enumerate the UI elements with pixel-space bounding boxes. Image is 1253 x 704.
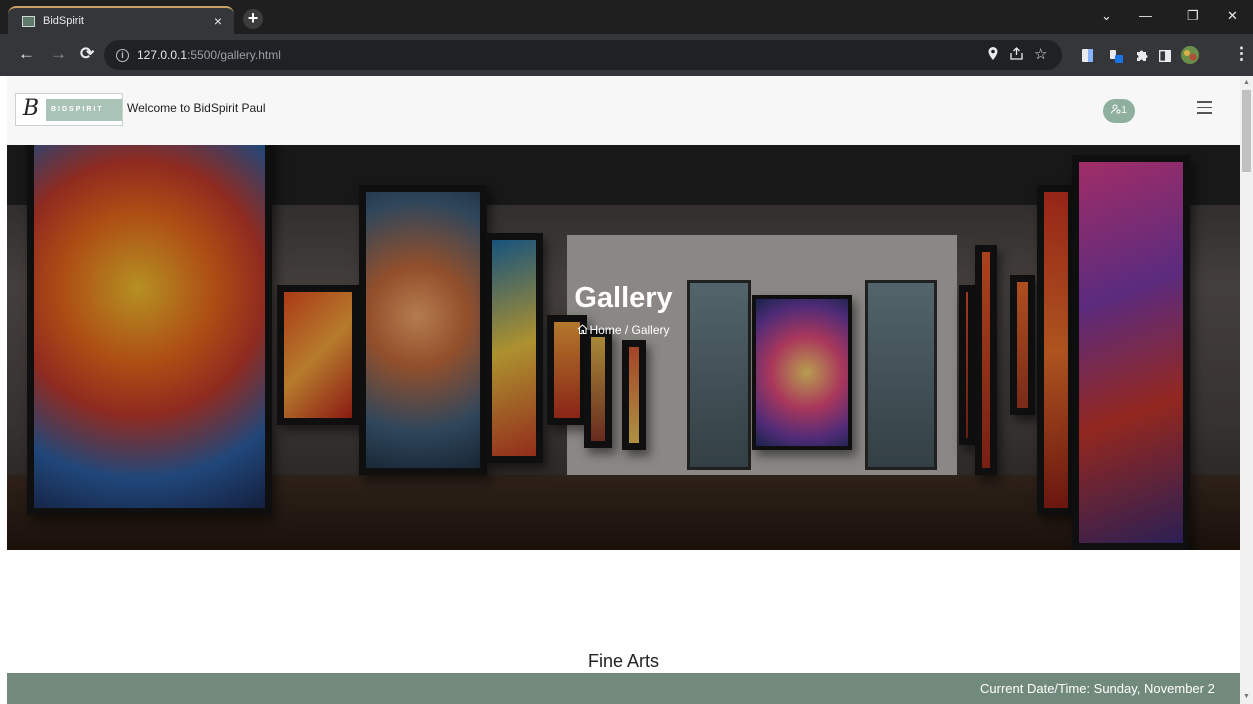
browser-toolbar: ← → ⟳ i 127.0.0.1:5500/gallery.html ☆ ⋮ (0, 34, 1253, 76)
bidspirit-logo[interactable]: B BIDSPIRIT (15, 93, 123, 126)
logo-letter: B (22, 96, 40, 121)
hero-overlay (7, 145, 1240, 550)
url-host: 127.0.0.1 (137, 48, 188, 62)
profile-avatar[interactable] (1181, 46, 1199, 64)
tab-close-icon[interactable]: × (214, 13, 222, 29)
back-button[interactable]: ← (18, 45, 35, 63)
hamburger-menu-icon[interactable] (1197, 101, 1212, 115)
chrome-menu-icon[interactable]: ⋮ (1233, 45, 1250, 63)
user-badge-count: 1 (1121, 105, 1127, 116)
user-icon (1111, 104, 1121, 114)
home-icon[interactable] (577, 324, 588, 334)
page-title: Gallery (574, 282, 673, 314)
page-scrollbar[interactable]: ▲ ▼ (1240, 76, 1253, 704)
side-panel-icon[interactable] (1158, 49, 1172, 63)
bookmark-star-icon[interactable]: ☆ (1034, 45, 1047, 63)
extension-docs-icon[interactable] (1082, 49, 1094, 62)
maximize-button[interactable]: ❐ (1187, 8, 1199, 24)
new-tab-button[interactable]: + (243, 9, 263, 29)
site-info-icon[interactable]: i (116, 48, 129, 62)
section-title-fine-arts: Fine Arts (587, 651, 660, 671)
scroll-down-arrow-icon[interactable]: ▼ (1243, 693, 1250, 700)
url-path: :5500/gallery.html (187, 48, 281, 62)
reload-button[interactable]: ⟳ (80, 45, 94, 63)
forward-button[interactable]: → (50, 45, 67, 63)
scrollbar-thumb[interactable] (1242, 90, 1251, 172)
puzzle-icon[interactable] (1135, 49, 1148, 61)
current-datetime: Current Date/Time: Sunday, November 2 (980, 681, 1215, 696)
share-icon[interactable] (1010, 47, 1023, 63)
datetime-bar: Current Date/Time: Sunday, November 2 (7, 673, 1240, 704)
breadcrumb: Home / Gallery (7, 323, 1240, 337)
tab-title: BidSpirit (43, 15, 84, 27)
favicon-icon (22, 15, 35, 27)
user-notification-badge[interactable]: 1 (1103, 99, 1135, 123)
logo-band-text: BIDSPIRIT (46, 99, 122, 121)
minimize-button[interactable]: — (1139, 8, 1152, 23)
close-window-button[interactable]: ✕ (1227, 8, 1238, 24)
address-bar[interactable]: i 127.0.0.1:5500/gallery.html ☆ (104, 40, 1062, 70)
hero-banner: Gallery Home / Gallery (7, 145, 1240, 550)
browser-tabstrip: BidSpirit × + ⌄ — ❐ ✕ (0, 0, 1253, 34)
extension-icon[interactable] (1110, 49, 1123, 63)
browser-tab[interactable]: BidSpirit × (8, 6, 234, 34)
location-icon[interactable] (988, 47, 998, 63)
welcome-message: Welcome to BidSpirit Paul (127, 101, 266, 115)
breadcrumb-text[interactable]: Home / Gallery (589, 323, 669, 337)
scroll-up-arrow-icon[interactable]: ▲ (1243, 79, 1250, 86)
tab-search-icon[interactable]: ⌄ (1101, 8, 1112, 24)
site-header: B BIDSPIRIT Welcome to BidSpirit Paul 1 (7, 76, 1240, 145)
